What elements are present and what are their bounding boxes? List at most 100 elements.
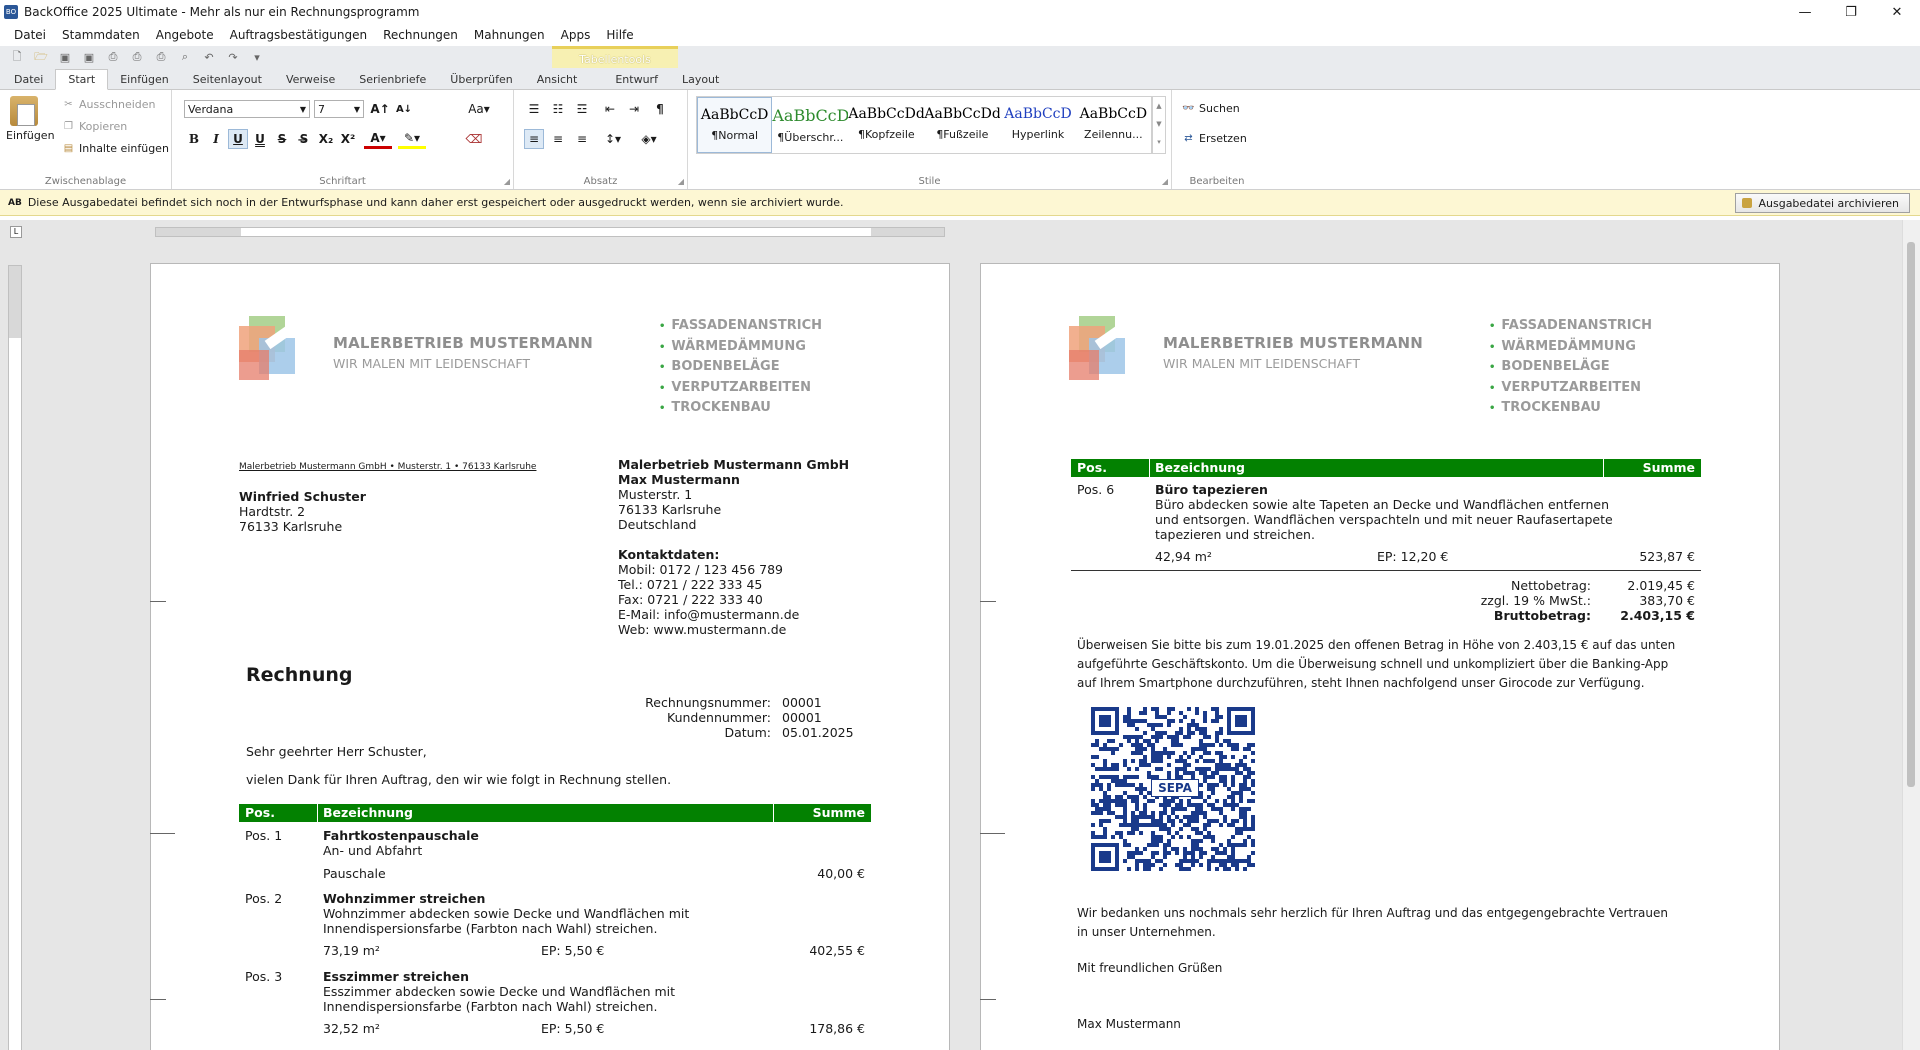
tab-datei[interactable]: Datei [2,70,55,89]
tab-ansicht[interactable]: Ansicht [525,70,590,89]
shrink-font-icon[interactable]: A↓ [394,99,414,119]
open-folder-icon[interactable]: 🗁 [30,48,52,66]
tab-seitenlayout[interactable]: Seitenlayout [181,70,274,89]
tab-serienbriefe[interactable]: Serienbriefe [347,70,438,89]
tab-verweise[interactable]: Verweise [274,70,347,89]
align-left-icon[interactable]: ≡ [524,129,544,149]
document-area[interactable]: L MALERBETRIEB MUSTERMANN WIR MALEN MIT … [0,220,1920,1050]
logo-square-red [239,350,269,380]
menu-datei[interactable]: Datei [6,28,54,42]
tab-entwurf[interactable]: Entwurf [603,70,670,89]
gallery-more-icon[interactable]: ▾ [1153,133,1165,151]
item-description: und entsorgen. Wandflächen verspachteln … [1155,512,1613,527]
menu-angebote[interactable]: Angebote [148,28,222,42]
copy-button[interactable]: ❐ Kopieren [62,120,127,133]
dialog-launcher-icon[interactable]: ◢ [1162,177,1168,186]
tab-stop-selector[interactable]: L [10,226,22,238]
strikethrough-icon[interactable]: S [272,129,292,149]
font-size-select[interactable]: 7 ▼ [314,100,364,118]
sepa-label: SEPA [1158,781,1192,795]
restore-icon[interactable]: ❐ [1828,0,1874,24]
menu-auftragsbestaetigungen[interactable]: Auftragsbestätigungen [222,28,375,42]
save-icon[interactable]: ▣ [54,48,76,66]
print-icon[interactable]: ⎙ [126,48,148,66]
scroll-up-icon[interactable]: ▲ [1153,97,1165,115]
menu-hilfe[interactable]: Hilfe [598,28,641,42]
style-item[interactable]: AaBbCcDdE ¶Fußzeile [924,97,1000,153]
service-item: • TROCKENBAU [659,398,822,419]
scroll-thumb[interactable] [1907,242,1915,787]
vertical-ruler[interactable] [8,265,22,1050]
dialog-launcher-icon[interactable]: ◢ [678,177,684,186]
tab-einfuegen[interactable]: Einfügen [108,70,181,89]
multilevel-list-icon[interactable]: ☲ [572,99,592,119]
menu-mahnungen[interactable]: Mahnungen [466,28,553,42]
font-color-icon[interactable]: A▾ [364,129,392,149]
change-case-button[interactable]: Aa ▾ [464,99,494,119]
scroll-down-icon[interactable]: ▼ [1153,115,1165,133]
close-icon[interactable]: ✕ [1874,0,1920,24]
bullet-list-icon[interactable]: ☰ [524,99,544,119]
menu-stammdaten[interactable]: Stammdaten [54,28,148,42]
sender-person: Max Mustermann [618,472,740,487]
tab-start[interactable]: Start [55,69,109,90]
highlight-color-icon[interactable]: ✎▾ [398,129,426,149]
undo-icon[interactable]: ↶ [198,48,220,66]
service-label: WÄRMEDÄMMUNG [1501,338,1636,354]
style-item[interactable]: AaBbCcD ¶Überschr... [772,97,848,153]
increase-indent-icon[interactable]: ⇥ [624,99,644,119]
grow-font-icon[interactable]: A↑ [370,99,390,119]
font-family-select[interactable]: Verdana ▼ [184,100,310,118]
double-strikethrough-icon[interactable]: S̶ [294,129,314,149]
style-preview: AaBbCcDdE [848,106,925,122]
service-item: • FASSADENANSTRICH [659,316,822,337]
style-item[interactable]: AaBbCcD Zeilennu... [1076,97,1151,153]
minimize-icon[interactable]: — [1782,0,1828,24]
align-center-icon[interactable]: ≡ [548,129,568,149]
italic-icon[interactable]: I [206,129,226,149]
paste-button[interactable]: Einfügen [6,96,55,142]
redo-icon[interactable]: ↷ [222,48,244,66]
cut-button[interactable]: ✂ Ausschneiden [62,98,156,111]
gallery-scroll[interactable]: ▲ ▼ ▾ [1152,96,1166,154]
subscript-icon[interactable]: X₂ [316,129,336,149]
zoom-icon[interactable]: ⌕ [174,48,196,66]
new-document-icon[interactable]: 🗋 [6,48,28,66]
superscript-icon[interactable]: X² [338,129,358,149]
sender-line: Malerbetrieb Mustermann GmbH • Musterstr… [239,462,537,472]
quick-print-icon[interactable]: ⎙ [150,48,172,66]
line-spacing-icon[interactable]: ↕▾ [598,129,628,149]
dialog-launcher-icon[interactable]: ◢ [504,177,510,186]
cut-label: Ausschneiden [79,98,156,111]
fold-mark [980,999,996,1000]
style-item[interactable]: AaBbCcD Hyperlink [1000,97,1075,153]
bold-icon[interactable]: B [184,129,204,149]
font-family-value: Verdana [188,102,234,116]
print-preview-icon[interactable]: ⎙ [102,48,124,66]
paste-contents-button[interactable]: ▤ Inhalte einfügen [62,142,169,155]
underline-icon[interactable]: U [228,129,248,149]
decrease-indent-icon[interactable]: ⇤ [600,99,620,119]
vertical-scrollbar[interactable] [1902,220,1920,1050]
double-underline-icon[interactable]: U [250,129,270,149]
menu-apps[interactable]: Apps [553,28,599,42]
numbered-list-icon[interactable]: ☷ [548,99,568,119]
menu-rechnungen[interactable]: Rechnungen [375,28,466,42]
save-as-icon[interactable]: ▣ [78,48,100,66]
clear-formatting-icon[interactable]: ⌫ [464,129,484,149]
replace-button[interactable]: ⇄ Ersetzen [1182,132,1247,145]
align-right-icon[interactable]: ≡ [572,129,592,149]
tab-ueberpruefen[interactable]: Überprüfen [438,70,524,89]
horizontal-ruler[interactable]: L [0,220,1920,242]
style-item[interactable]: AaBbCcDdE ¶Kopfzeile [848,97,924,153]
contact-fax: Fax: 0721 / 222 333 40 [618,592,763,607]
search-button[interactable]: 👓 Suchen [1182,102,1239,115]
customize-toolbar-icon[interactable]: ▾ [246,48,268,66]
item-unit-price: EP: 12,20 € [1377,549,1449,564]
item-quantity: 32,52 m² [323,1021,380,1036]
show-formatting-icon[interactable]: ¶ [650,99,670,119]
archive-output-button[interactable]: Ausgabedatei archivieren [1735,193,1910,213]
shading-icon[interactable]: ◈▾ [634,129,664,149]
tab-layout[interactable]: Layout [670,70,731,89]
style-item[interactable]: AaBbCcD ¶Normal [697,97,773,153]
